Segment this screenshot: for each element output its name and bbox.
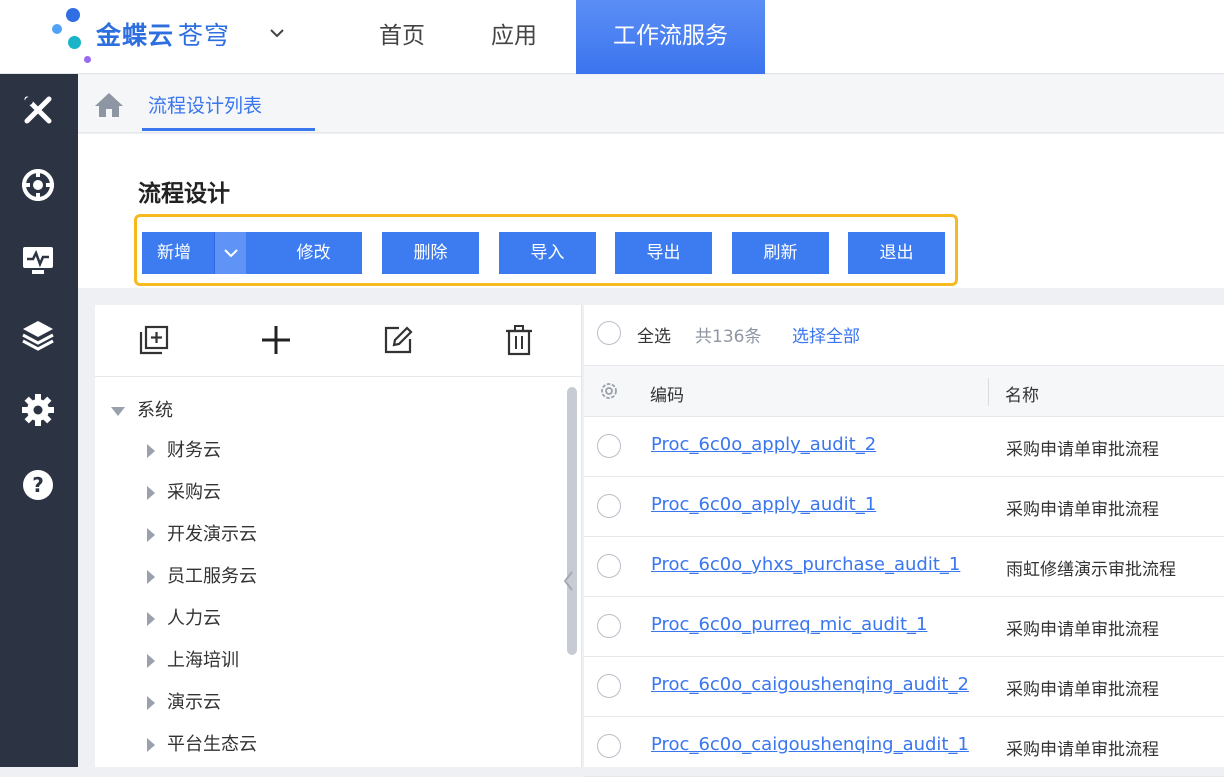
top-header: 金蝶云 苍穹 首页 应用 工作流服务	[0, 0, 1224, 74]
caret-right-icon	[147, 570, 155, 584]
tree-node[interactable]: 财务云	[147, 436, 221, 462]
page-header-panel: 流程设计 新增 修改 删除 导入 导出 刷新 退出	[78, 134, 1224, 288]
row-select-radio[interactable]	[597, 494, 621, 518]
process-name: 雨虹修缮演示审批流程	[1006, 560, 1176, 580]
tree-node-label: 演示云	[167, 692, 221, 713]
tree-scrollbar[interactable]	[567, 387, 577, 655]
delete-button[interactable]: 删除	[382, 232, 479, 274]
row-select-radio[interactable]	[597, 554, 621, 578]
tree-node-label: 采购云	[167, 482, 221, 503]
column-header-name[interactable]: 名称	[1005, 381, 1039, 406]
row-select-radio[interactable]	[597, 614, 621, 638]
select-all-radio[interactable]	[597, 321, 621, 345]
caret-down-icon	[111, 406, 125, 416]
tree-node-label: 平台生态云	[167, 734, 257, 755]
nav-workflow-service[interactable]: 工作流服务	[576, 0, 765, 74]
tree-node[interactable]: 采购云	[147, 478, 221, 504]
caret-right-icon	[147, 444, 155, 458]
process-name: 采购申请单审批流程	[1006, 620, 1159, 640]
plus-icon[interactable]	[259, 323, 293, 357]
column-divider[interactable]	[988, 378, 989, 406]
chevron-down-icon	[224, 249, 238, 258]
add-dropdown-button[interactable]	[214, 232, 246, 274]
process-name: 采购申请单审批流程	[1006, 500, 1159, 520]
edit-icon[interactable]	[381, 323, 415, 357]
table-row[interactable]: Proc_6c0o_yhxs_purchase_audit_1 雨虹修缮演示审批…	[584, 537, 1224, 597]
process-code-link[interactable]: Proc_6c0o_purreq_mic_audit_1	[651, 614, 928, 635]
row-select-radio[interactable]	[597, 674, 621, 698]
export-button[interactable]: 导出	[615, 232, 712, 274]
exit-button[interactable]: 退出	[848, 232, 945, 274]
tree-node-label: 人力云	[167, 608, 221, 629]
left-icon-rail: ?	[0, 74, 78, 767]
table-row[interactable]: Proc_6c0o_caigoushenqing_audit_1 采购申请单审批…	[584, 717, 1224, 777]
refresh-button[interactable]: 刷新	[732, 232, 829, 274]
row-select-radio[interactable]	[597, 434, 621, 458]
table-row[interactable]: Proc_6c0o_purreq_mic_audit_1 采购申请单审批流程	[584, 597, 1224, 657]
table-row[interactable]: Proc_6c0o_caigoushenqing_audit_2 采购申请单审批…	[584, 657, 1224, 717]
tab-process-design-list[interactable]: 流程设计列表	[148, 91, 262, 131]
category-tree-pane: 系统 财务云 采购云 开发演示云 员工服务云 人力云 上海培训 演示云 平台生态…	[95, 305, 582, 767]
trash-icon[interactable]	[502, 323, 536, 357]
row-select-radio[interactable]	[597, 734, 621, 758]
process-name: 采购申请单审批流程	[1006, 440, 1159, 460]
tree-node[interactable]: 人力云	[147, 604, 221, 630]
select-all-records-link[interactable]: 选择全部	[792, 322, 860, 347]
edit-button[interactable]: 修改	[265, 232, 362, 274]
tree-node[interactable]: 上海培训	[147, 646, 239, 672]
target-icon[interactable]	[20, 167, 56, 203]
gear-icon[interactable]	[20, 392, 56, 428]
home-icon[interactable]	[94, 91, 124, 119]
layers-icon[interactable]	[20, 317, 56, 353]
svg-text:?: ?	[32, 473, 44, 497]
process-table-pane: 全选 共136条 选择全部 编码 名称 Proc_6c0o_apply_audi…	[584, 305, 1224, 777]
brand-label: 金蝶云	[96, 21, 175, 50]
nav-apps[interactable]: 应用	[468, 0, 560, 74]
caret-right-icon	[147, 612, 155, 626]
tree-node-label: 开发演示云	[167, 524, 257, 545]
caret-right-icon	[147, 738, 155, 752]
process-code-link[interactable]: Proc_6c0o_caigoushenqing_audit_1	[651, 734, 969, 755]
help-icon[interactable]: ?	[20, 467, 56, 503]
kingdee-logo-icon	[50, 6, 100, 64]
caret-right-icon	[147, 528, 155, 542]
table-header: 编码 名称	[584, 365, 1224, 417]
active-tab-indicator	[142, 128, 315, 131]
settings-icon[interactable]	[597, 379, 621, 403]
process-code-link[interactable]: Proc_6c0o_caigoushenqing_audit_2	[651, 674, 969, 695]
tree-node[interactable]: 开发演示云	[147, 520, 257, 546]
tools-icon[interactable]	[20, 92, 56, 128]
tree-node-label: 上海培训	[167, 650, 239, 671]
tree-node-label: 系统	[137, 400, 173, 421]
caret-right-icon	[147, 696, 155, 710]
tree-node[interactable]: 演示云	[147, 688, 221, 714]
breadcrumb: 流程设计列表	[78, 75, 1224, 133]
tree-node-root[interactable]: 系统	[111, 396, 173, 422]
process-code-link[interactable]: Proc_6c0o_apply_audit_2	[651, 434, 876, 455]
brand-name[interactable]: 金蝶云 苍穹	[96, 16, 230, 52]
page-title: 流程设计	[138, 181, 230, 207]
import-button[interactable]: 导入	[499, 232, 596, 274]
caret-right-icon	[147, 486, 155, 500]
chevron-down-icon[interactable]	[266, 22, 288, 44]
nav-home[interactable]: 首页	[356, 0, 448, 74]
column-header-code[interactable]: 编码	[650, 381, 684, 406]
monitor-icon[interactable]	[20, 242, 56, 278]
tree-toolbar	[95, 305, 582, 377]
tree-node[interactable]: 平台生态云	[147, 730, 257, 756]
tree-node-label: 员工服务云	[167, 566, 257, 587]
table-row[interactable]: Proc_6c0o_apply_audit_2 采购申请单审批流程	[584, 417, 1224, 477]
record-count: 共136条	[695, 327, 762, 347]
table-row[interactable]: Proc_6c0o_apply_audit_1 采购申请单审批流程	[584, 477, 1224, 537]
process-code-link[interactable]: Proc_6c0o_yhxs_purchase_audit_1	[651, 554, 960, 575]
tree-node-label: 财务云	[167, 440, 221, 461]
brand-sub-label: 苍穹	[178, 21, 231, 50]
process-name: 采购申请单审批流程	[1006, 740, 1159, 760]
add-group-icon[interactable]	[137, 323, 171, 357]
process-code-link[interactable]: Proc_6c0o_apply_audit_1	[651, 494, 876, 515]
process-name: 采购申请单审批流程	[1006, 680, 1159, 700]
select-all-label[interactable]: 全选	[637, 322, 671, 347]
tree-node[interactable]: 员工服务云	[147, 562, 257, 588]
caret-right-icon	[147, 654, 155, 668]
